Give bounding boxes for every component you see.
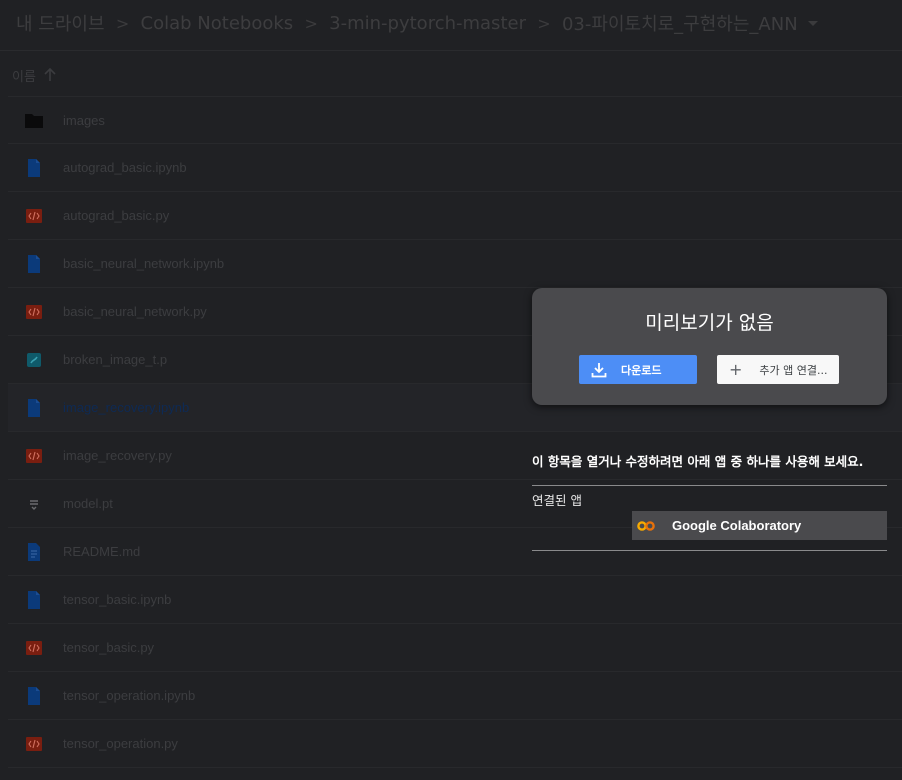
file-row[interactable]: autograd_basic.py [8, 192, 902, 240]
file-name: tensor_operation.ipynb [63, 688, 196, 703]
file-name: images [63, 113, 105, 128]
section-divider [532, 485, 887, 486]
document-icon [24, 686, 44, 706]
document-icon [24, 590, 44, 610]
code-file-icon [24, 734, 44, 754]
file-row[interactable]: tensor_basic.py [8, 624, 902, 672]
breadcrumb: 내 드라이브 > Colab Notebooks > 3-min-pytorch… [0, 0, 902, 46]
breadcrumb-item-colab-notebooks[interactable]: Colab Notebooks [141, 13, 294, 34]
breadcrumb-item-pytorch-master[interactable]: 3-min-pytorch-master [329, 13, 526, 34]
file-name: image_recovery.py [63, 448, 172, 463]
file-row[interactable]: tensor_basic.ipynb [8, 576, 902, 624]
code-file-icon [24, 638, 44, 658]
file-name: README.md [63, 544, 141, 559]
file-name: image_recovery.ipynb [63, 400, 190, 415]
text-document-icon [24, 542, 44, 562]
chevron-right-icon: > [115, 13, 130, 33]
code-file-icon [24, 446, 44, 466]
breadcrumb-item-current-folder[interactable]: 03-파이토치로_구현하는_ANN [562, 10, 798, 36]
app-name-label: Google Colaboratory [672, 518, 802, 533]
document-icon [24, 398, 44, 418]
folder-icon [24, 111, 44, 131]
document-icon [24, 254, 44, 274]
file-name: tensor_basic.py [63, 640, 155, 655]
colab-logo-icon [637, 520, 655, 531]
name-column-header[interactable]: 이름 [12, 62, 56, 88]
file-name: autograd_basic.ipynb [63, 160, 187, 175]
no-preview-card: 미리보기가 없음 다운로드 + 추가 앱 연결... [532, 288, 887, 405]
section-divider [532, 550, 887, 551]
file-name: basic_neural_network.ipynb [63, 256, 225, 271]
document-icon [24, 158, 44, 178]
name-column-label: 이름 [12, 69, 36, 85]
header-divider [0, 50, 902, 51]
connected-apps-label: 연결된 앱 [532, 493, 582, 508]
file-row[interactable]: autograd_basic.ipynb [8, 144, 902, 192]
code-file-icon [24, 206, 44, 226]
file-row[interactable]: images [8, 96, 902, 144]
open-with-hint: 이 항목을 열거나 수정하려면 아래 앱 중 하나를 사용해 보세요. [532, 454, 864, 469]
download-icon [591, 362, 607, 377]
chevron-right-icon: > [304, 13, 318, 33]
sort-ascending-icon[interactable] [44, 68, 56, 82]
file-row[interactable]: basic_neural_network.ipynb [8, 240, 902, 288]
file-row[interactable]: tensor_operation.py [8, 720, 902, 768]
file-row[interactable]: tensor_operation.ipynb [8, 672, 902, 720]
file-name: basic_neural_network.py [63, 304, 207, 319]
file-list: images autograd_basic.ipynb autograd_basic… [8, 96, 902, 768]
file-name: tensor_operation.py [63, 736, 178, 751]
dropdown-caret-icon[interactable] [807, 20, 818, 26]
connect-more-apps-button[interactable]: + 추가 앱 연결... [717, 355, 839, 384]
file-name: tensor_basic.ipynb [63, 592, 172, 607]
chevron-right-icon: > [537, 13, 551, 33]
file-name: model.pt [63, 496, 113, 511]
file-name: autograd_basic.py [63, 208, 170, 223]
file-name: broken_image_t.p [63, 352, 168, 367]
no-preview-title: 미리보기가 없음 [645, 312, 774, 334]
binary-file-icon [24, 494, 44, 514]
download-button[interactable]: 다운로드 [579, 355, 697, 384]
breadcrumb-item-my-drive[interactable]: 내 드라이브 [16, 10, 105, 36]
drive-window: 내 드라이브 > Colab Notebooks > 3-min-pytorch… [0, 0, 902, 780]
download-label: 다운로드 [621, 363, 662, 377]
connect-more-apps-label: 추가 앱 연결... [759, 363, 828, 377]
plus-icon: + [729, 359, 743, 379]
code-file-icon [24, 302, 44, 322]
generic-file-icon [24, 350, 44, 370]
app-google-colaboratory[interactable]: Google Colaboratory [632, 511, 887, 540]
